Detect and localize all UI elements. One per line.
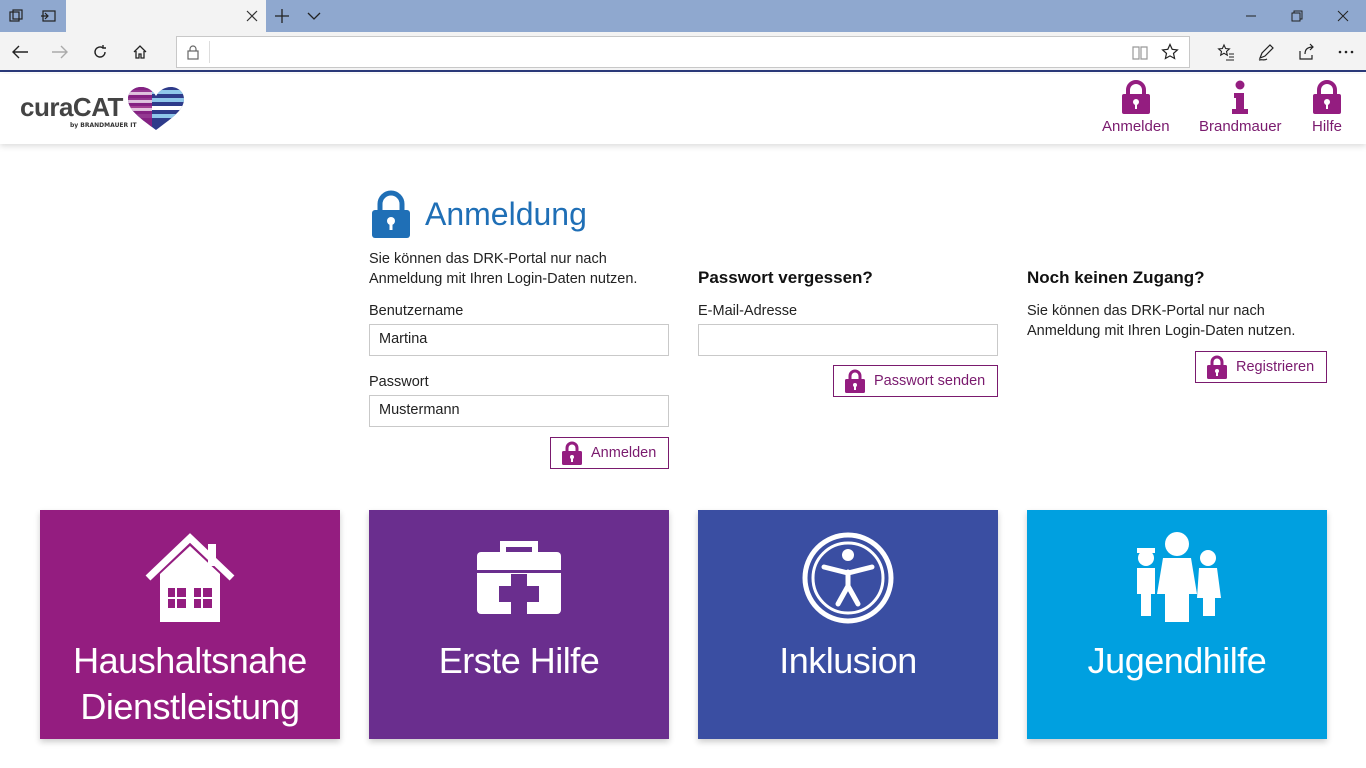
header-nav-anmelden[interactable]: Anmelden <box>1102 80 1170 135</box>
tile-label: Erste Hilfe <box>439 638 600 684</box>
header-nav-label: Hilfe <box>1311 118 1342 135</box>
lock-icon <box>187 45 199 60</box>
forward-button[interactable] <box>44 36 76 68</box>
chevron-down-icon[interactable] <box>304 6 324 26</box>
username-label: Benutzername <box>369 303 464 319</box>
lock-icon <box>372 190 410 238</box>
tab-actions-icon[interactable] <box>0 0 32 32</box>
tile-haushaltsnahe-dienstleistung[interactable]: Haushaltsnahe Dienstleistung <box>40 510 340 739</box>
accessibility-icon <box>802 532 894 624</box>
favorite-star-icon[interactable] <box>1161 43 1179 61</box>
tile-jugendhilfe[interactable]: Jugendhilfe <box>1027 510 1327 739</box>
login-title: Anmeldung <box>369 190 587 238</box>
browser-nav-bar <box>0 32 1366 72</box>
send-password-button[interactable]: Passwort senden <box>833 365 998 397</box>
header-nav-label: Brandmauer <box>1199 118 1282 135</box>
register-button[interactable]: Registrieren <box>1195 351 1327 383</box>
header-nav-hilfe[interactable]: Hilfe <box>1311 80 1343 135</box>
password-label: Passwort <box>369 374 429 390</box>
site-header: curaCAT by BRANDMAUER IT Anmelden Brandm… <box>0 74 1366 144</box>
pen-icon <box>1258 44 1274 61</box>
header-nav-label: Anmelden <box>1102 118 1170 135</box>
tile-label: Haushaltsnahe Dienstleistung <box>73 638 307 730</box>
home-icon <box>133 45 147 59</box>
ellipsis-icon <box>1338 50 1354 54</box>
first-aid-kit-icon <box>477 541 561 614</box>
share-button[interactable] <box>1290 36 1322 68</box>
refresh-icon <box>94 45 106 58</box>
send-password-label: Passwort senden <box>874 373 986 389</box>
logo-text: curaCAT <box>20 92 123 122</box>
register-text: Sie können das DRK-Portal nur nach Anmel… <box>1027 301 1295 341</box>
lock-icon <box>1207 355 1227 379</box>
reading-view-icon[interactable] <box>1131 44 1149 62</box>
lock-icon <box>562 441 582 465</box>
email-label: E-Mail-Adresse <box>698 303 798 319</box>
login-button[interactable]: Anmelden <box>550 437 669 469</box>
active-tab[interactable] <box>66 0 266 32</box>
login-intro-line: Sie können das DRK-Portal nur nach <box>369 251 607 267</box>
username-field[interactable]: Martina <box>369 324 669 356</box>
tile-erste-hilfe[interactable]: Erste Hilfe <box>369 510 669 739</box>
family-icon <box>1137 532 1221 622</box>
minimize-button[interactable] <box>1228 0 1274 32</box>
new-tab-icon[interactable] <box>272 6 292 26</box>
forgot-heading: Passwort vergessen? <box>698 268 873 287</box>
curacat-logo[interactable]: curaCAT by BRANDMAUER IT <box>20 86 190 134</box>
register-text-line: Anmeldung mit Ihren Login-Daten nutzen. <box>1027 323 1296 339</box>
register-button-label: Registrieren <box>1236 359 1315 375</box>
tile-label-line: Erste Hilfe <box>438 640 600 681</box>
register-text-line: Sie können das DRK-Portal nur nach <box>1027 303 1265 319</box>
close-tab-icon[interactable] <box>244 8 260 24</box>
heart-logo-icon <box>128 87 184 130</box>
tile-label-line: Haushaltsnahe <box>73 640 307 681</box>
tile-label: Inklusion <box>779 638 917 684</box>
login-heading: Anmeldung <box>425 195 587 232</box>
refresh-button[interactable] <box>84 36 116 68</box>
login-intro: Sie können das DRK-Portal nur nach Anmel… <box>369 249 637 289</box>
lock-icon <box>1313 80 1341 114</box>
favorites-button[interactable] <box>1210 36 1242 68</box>
close-window-button[interactable] <box>1320 0 1366 32</box>
home-button[interactable] <box>124 36 156 68</box>
tile-label-line: Jugendhilfe <box>1087 640 1267 681</box>
web-notes-button[interactable] <box>1250 36 1282 68</box>
back-button[interactable] <box>4 36 36 68</box>
tile-label-line: Inklusion <box>779 640 917 681</box>
register-heading: Noch keinen Zugang? <box>1027 268 1205 287</box>
tile-label: Jugendhilfe <box>1088 638 1267 684</box>
share-icon <box>1299 43 1314 60</box>
browser-tab-bar <box>0 0 1366 32</box>
login-intro-line: Anmeldung mit Ihren Login-Daten nutzen. <box>369 271 638 287</box>
lock-icon <box>1121 80 1150 114</box>
back-arrow-icon <box>12 45 28 59</box>
email-field[interactable] <box>698 324 998 356</box>
info-icon <box>1232 80 1249 114</box>
more-menu-button[interactable] <box>1330 36 1362 68</box>
address-bar[interactable] <box>176 36 1190 68</box>
tile-label-line: Dienstleistung <box>80 686 300 727</box>
login-button-label: Anmelden <box>591 445 657 461</box>
restore-button[interactable] <box>1274 0 1320 32</box>
header-nav-brandmauer[interactable]: Brandmauer <box>1199 80 1282 135</box>
tile-inklusion[interactable]: Inklusion <box>698 510 998 739</box>
forward-arrow-icon <box>52 45 68 59</box>
set-tabs-aside-icon[interactable] <box>32 0 64 32</box>
house-icon <box>145 533 235 622</box>
lock-icon <box>845 369 865 393</box>
favorites-list-icon <box>1217 43 1234 61</box>
address-divider <box>209 41 210 63</box>
password-field[interactable]: Mustermann <box>369 395 669 427</box>
